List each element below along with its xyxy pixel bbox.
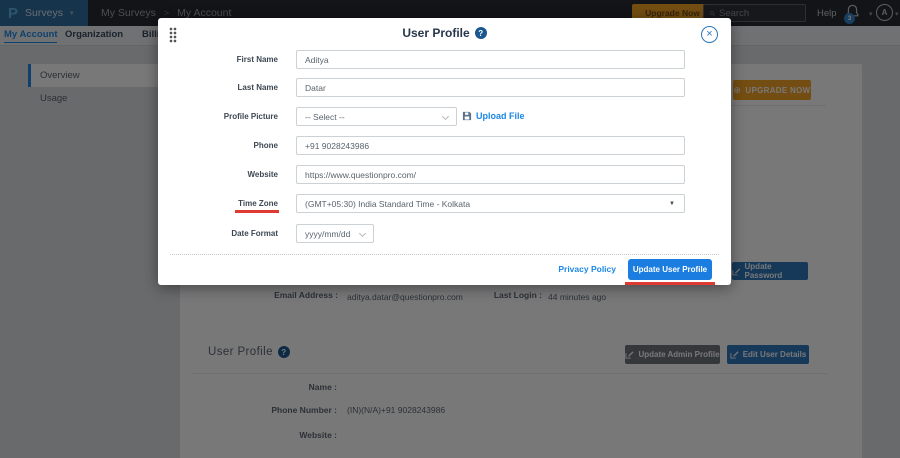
time-zone-select[interactable]: (GMT+05:30) India Standard Time - Kolkat… bbox=[296, 194, 685, 213]
floppy-disk-icon bbox=[462, 111, 472, 121]
close-icon[interactable]: × bbox=[701, 26, 718, 43]
first-name-label: First Name bbox=[178, 55, 278, 64]
date-format-label: Date Format bbox=[178, 229, 278, 238]
caret-down-icon: ▼ bbox=[669, 201, 675, 207]
modal-header: User Profile ? bbox=[158, 26, 731, 40]
update-user-profile-button[interactable]: Update User Profile bbox=[628, 259, 712, 280]
privacy-policy-link[interactable]: Privacy Policy bbox=[558, 264, 616, 274]
chevron-down-icon bbox=[359, 230, 366, 237]
submit-red-underline bbox=[625, 282, 715, 285]
screen: P Surveys ▾ My Surveys > My Account Upgr… bbox=[0, 0, 900, 458]
modal-title: User Profile bbox=[402, 26, 469, 40]
help-circle-icon[interactable]: ? bbox=[475, 27, 487, 39]
time-zone-red-underline bbox=[235, 210, 279, 213]
website-label: Website bbox=[178, 170, 278, 179]
date-format-select[interactable]: yyyy/mm/dd bbox=[296, 224, 374, 243]
upload-file-link[interactable]: Upload File bbox=[462, 111, 525, 121]
time-zone-label: Time Zone bbox=[178, 199, 278, 208]
footer-divider bbox=[170, 254, 719, 255]
date-format-value: yyyy/mm/dd bbox=[305, 229, 350, 239]
phone-label: Phone bbox=[178, 141, 278, 150]
first-name-field[interactable] bbox=[296, 50, 685, 69]
profile-picture-label: Profile Picture bbox=[178, 112, 278, 121]
profile-picture-select[interactable]: -- Select -- bbox=[296, 107, 457, 126]
upload-file-label: Upload File bbox=[476, 111, 525, 121]
profile-picture-value: -- Select -- bbox=[305, 112, 345, 122]
time-zone-value: (GMT+05:30) India Standard Time - Kolkat… bbox=[305, 199, 470, 209]
last-name-label: Last Name bbox=[178, 83, 278, 92]
chevron-down-icon bbox=[442, 113, 449, 120]
user-profile-modal: User Profile ? × First Name Last Name Pr… bbox=[158, 18, 731, 285]
last-name-field[interactable] bbox=[296, 78, 685, 97]
website-field[interactable] bbox=[296, 165, 685, 184]
phone-field[interactable] bbox=[296, 136, 685, 155]
